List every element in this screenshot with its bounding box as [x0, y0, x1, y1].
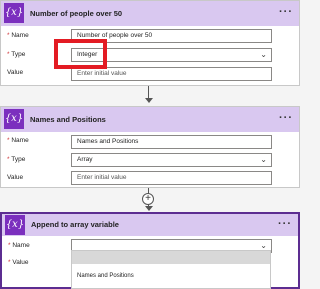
plus-circle-icon[interactable]: +	[142, 193, 154, 205]
value-label: * Value	[8, 259, 29, 266]
name-dropdown: Names and Positions	[71, 250, 271, 289]
name-label: * Name	[8, 242, 30, 249]
variable-icon: {x}	[4, 109, 24, 129]
more-options-icon[interactable]: ···	[279, 1, 293, 23]
value-label: Value	[7, 174, 24, 181]
dropdown-search-bar[interactable]	[72, 251, 270, 264]
card-title: Append to array variable	[31, 220, 119, 229]
connector-arrow-icon	[145, 206, 153, 211]
type-select[interactable]: Array ⌄	[71, 153, 272, 167]
value-label: Value	[7, 69, 24, 76]
type-label: * Type	[7, 51, 26, 58]
value-input[interactable]: Enter initial value	[71, 171, 272, 185]
card-header[interactable]: {x} Number of people over 50 ···	[1, 1, 299, 26]
chevron-down-icon: ⌄	[260, 50, 267, 59]
card-title: Names and Positions	[30, 115, 106, 124]
variable-icon: {x}	[4, 3, 24, 23]
card-header[interactable]: {x} Names and Positions ···	[1, 107, 299, 132]
name-input[interactable]: Names and Positions	[71, 135, 272, 149]
action-card-number-of-people: {x} Number of people over 50 ··· * Name …	[0, 0, 300, 86]
variable-icon: {x}	[5, 215, 25, 235]
name-label: * Name	[7, 32, 29, 39]
chevron-down-icon: ⌄	[260, 155, 267, 164]
value-input[interactable]: Enter initial value	[71, 67, 272, 81]
type-label: * Type	[7, 156, 26, 163]
more-options-icon[interactable]: ···	[278, 214, 292, 234]
highlight-annotation	[54, 39, 107, 69]
name-label: * Name	[7, 137, 29, 144]
action-card-names-and-positions: {x} Names and Positions ··· * Name Names…	[0, 106, 300, 188]
type-value: Array	[77, 156, 93, 163]
connector-arrow-icon	[145, 98, 153, 103]
card-header[interactable]: {x} Append to array variable ···	[2, 214, 298, 236]
card-title: Number of people over 50	[30, 9, 123, 18]
more-options-icon[interactable]: ···	[279, 107, 293, 129]
dropdown-option[interactable]: Names and Positions	[77, 273, 134, 279]
